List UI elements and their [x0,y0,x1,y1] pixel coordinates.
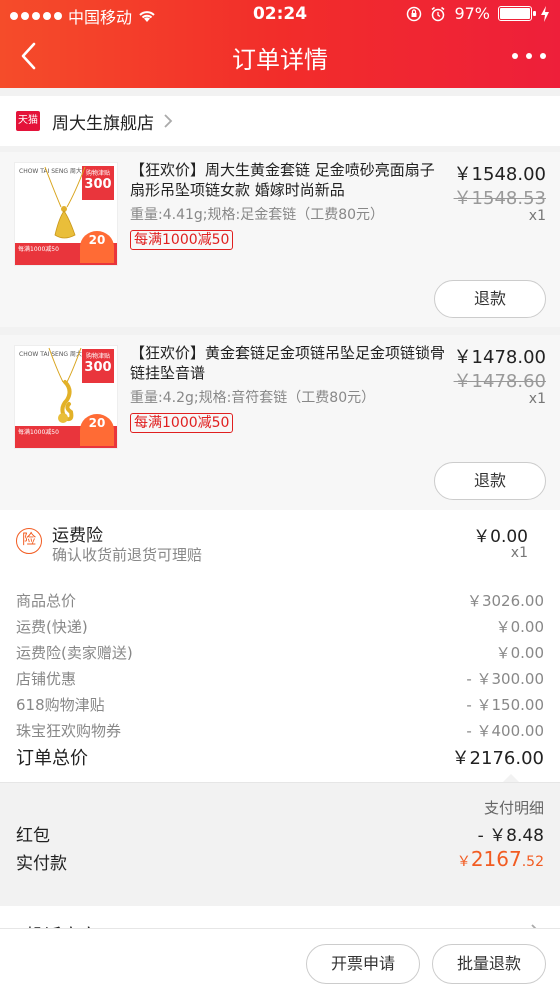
payment-detail-label: 支付明细 [483,799,544,817]
product-item[interactable]: CHOW TAI SENG 周大生 购物津贴 300 每满1000减50 20 … [0,335,560,510]
product-spec: 重量:4.2g;规格:音符套链（工费80元） [130,390,376,406]
alarm-icon [431,6,445,21]
summary-value: ￥0.00 [495,644,544,662]
insurance-price: ￥0.00 [473,527,528,547]
summary-value: ￥3026.00 [466,592,544,610]
summary-label: 618购物津贴 [16,696,105,714]
battery-icon [498,6,536,21]
insurance-subtitle: 确认收货前退货可理赔 [52,546,203,564]
summary-label: 商品总价 [16,592,77,610]
paid-amount: ￥2167.52 [456,847,544,871]
summary-row: 商品总价 ￥3026.00 [16,590,544,611]
product-image[interactable]: CHOW TAI SENG 周大生 购物津贴 300 每满1000减50 20 [14,345,118,449]
page-title: 订单详情 [232,46,328,74]
summary-label: 店铺优惠 [16,670,77,688]
redpacket-row: 红包 - ￥8.48 [16,821,544,846]
payment-details: 支付明细 红包 - ￥8.48 实付款 ￥2167.52 [0,782,560,892]
nav-bar: 订单详情 [0,28,560,84]
summary-row: 运费(快递) ￥0.00 [16,616,544,637]
redpacket-value: - ￥8.48 [477,826,544,846]
product-item[interactable]: CHOW TAI SENG 周大生 购物津贴 300 每满1000减50 20 … [0,152,560,327]
product-image[interactable]: CHOW TAI SENG 周大生 购物津贴 300 每满1000减50 20 [14,162,118,266]
batch-refund-button[interactable]: 批量退款 [432,944,546,984]
paid-label: 实付款 [16,854,67,874]
status-bar: 中国移动 02:24 97% [0,0,560,28]
battery-percent: 97% [454,4,490,23]
chevron-right-icon [164,114,173,128]
shop-name[interactable]: 周大生旗舰店 [52,109,154,134]
order-summary: 商品总价 ￥3026.00 运费(快递) ￥0.00 运费险(卖家赠送) ￥0.… [0,582,560,783]
tmall-logo: 天猫 [16,111,40,131]
image-promo-bar: 每满1000减50 20 [15,414,117,448]
summary-label: 运费险(卖家赠送) [16,644,133,662]
summary-label: 运费(快递) [16,618,88,636]
product-title[interactable]: 【狂欢价】周大生黄金套链 足金喷砂亮面扇子扇形吊坠项链女款 婚嫁时尚新品 [130,160,446,200]
product-price: ￥1548.00 [453,164,546,185]
shipping-insurance: 险 运费险 确认收货前退货可理赔 ￥0.00 x1 [0,510,560,582]
image-promo-bar: 每满1000减50 20 [15,231,117,265]
bottom-action-bar: 开票申请 批量退款 [0,928,560,996]
order-total-label: 订单总价 [16,748,88,769]
product-spec: 重量:4.41g;规格:足金套链（工费80元） [130,207,385,223]
shop-header[interactable]: 天猫 周大生旗舰店 [0,96,560,146]
product-quantity: x1 [528,391,546,407]
charging-icon [541,5,549,22]
product-original-price: ￥1548.53 [453,188,546,209]
promo-tag: 每满1000减50 [130,413,234,433]
summary-value: ￥0.00 [495,618,544,636]
order-total-value: ￥2176.00 [451,748,544,769]
summary-value: - ￥400.00 [466,722,544,740]
summary-row: 店铺优惠 - ￥300.00 [16,668,544,689]
refund-button[interactable]: 退款 [434,462,546,500]
invoice-request-button[interactable]: 开票申请 [306,944,420,984]
redpacket-label: 红包 [16,826,50,846]
status-right: 97% [406,4,550,23]
summary-label: 珠宝狂欢购物券 [16,722,122,740]
product-original-price: ￥1478.60 [453,371,546,392]
order-total: 订单总价 ￥2176.00 [16,744,544,770]
insurance-quantity: x1 [510,545,528,561]
header: 中国移动 02:24 97% 订单详情 [0,0,560,88]
refund-button[interactable]: 退款 [434,280,546,318]
summary-value: - ￥300.00 [466,670,544,688]
summary-value: - ￥150.00 [466,696,544,714]
insurance-icon: 险 [16,528,42,554]
summary-row: 运费险(卖家赠送) ￥0.00 [16,642,544,663]
product-title[interactable]: 【狂欢价】黄金套链足金项链吊坠足金项链锁骨链挂坠音谱 [130,343,446,383]
product-price: ￥1478.00 [453,347,546,368]
summary-row: 珠宝狂欢购物券 - ￥400.00 [16,720,544,741]
summary-row: 618购物津贴 - ￥150.00 [16,694,544,715]
promo-tag: 每满1000减50 [130,230,234,250]
insurance-title: 运费险 [52,526,103,546]
rotation-lock-icon [407,6,422,21]
product-quantity: x1 [528,208,546,224]
more-icon[interactable] [512,42,546,70]
